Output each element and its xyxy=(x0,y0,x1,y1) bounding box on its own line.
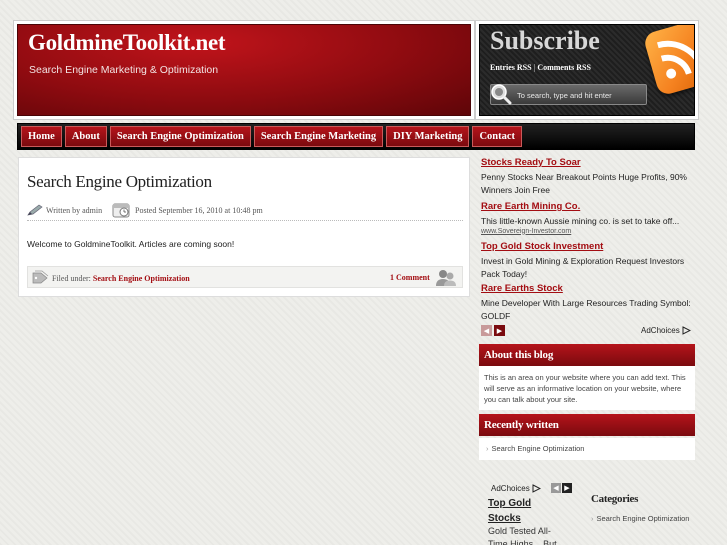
ad-prev-button[interactable]: ◀ xyxy=(481,325,492,336)
recent-post-link[interactable]: Search Engine Optimization xyxy=(492,444,585,453)
filed-under-label: Filed under: xyxy=(52,274,91,283)
ad-unit: Rare Earth Mining Co. This little-known … xyxy=(481,201,695,235)
category-link[interactable]: Search Engine Optimization xyxy=(597,514,690,523)
recent-widget-title: Recently written xyxy=(479,414,695,436)
bottom-ad: AdChoices ◀ ▶ Top Gold Stocks Gold Teste… xyxy=(479,480,579,545)
chevron-right-icon: ▶ xyxy=(564,485,570,492)
nav-home[interactable]: Home xyxy=(21,126,62,147)
filed-category-link[interactable]: Search Engine Optimization xyxy=(93,274,190,283)
categories-widget: Categories › Search Engine Optimization xyxy=(591,493,701,523)
ad-text: Penny Stocks Near Breakout Points Huge P… xyxy=(481,172,687,195)
nav-about[interactable]: About xyxy=(64,126,107,147)
nav-search-engine-optimization[interactable]: Search Engine Optimization xyxy=(109,126,251,147)
site-title[interactable]: GoldmineToolkit.net xyxy=(28,30,226,56)
about-widget-body: This is an area on your website where yo… xyxy=(479,366,695,410)
nav-contact[interactable]: Contact xyxy=(472,126,523,147)
ad-unit: Top Gold Stock Investment Invest in Gold… xyxy=(481,241,695,280)
chevron-left-icon: ◀ xyxy=(483,327,490,335)
ad-title[interactable]: Stocks Ready To Soar xyxy=(481,157,695,168)
subscribe-title: Subscribe xyxy=(490,26,600,55)
ad-title[interactable]: Rare Earth Mining Co. xyxy=(481,201,695,212)
ad-text: Mine Developer With Large Resources Trad… xyxy=(481,298,691,321)
post-title[interactable]: Search Engine Optimization xyxy=(27,172,212,192)
search-icon xyxy=(491,84,512,105)
tag-icon xyxy=(32,270,49,284)
ad-url[interactable]: www.Sovereign-Investor.com xyxy=(481,228,695,235)
ad-unit: Stocks Ready To Soar Penny Stocks Near B… xyxy=(481,157,695,196)
post-panel: Search Engine Optimization Written by ad… xyxy=(18,157,470,297)
chevron-right-icon: › xyxy=(591,514,594,523)
ad-title[interactable]: Rare Earths Stock xyxy=(481,283,695,294)
rss-icon[interactable] xyxy=(642,25,694,97)
ad-unit: Rare Earths Stock Mine Developer With La… xyxy=(481,283,695,322)
post-meta: Written by admin Posted September 16, 20… xyxy=(27,201,463,221)
categories-title: Categories xyxy=(591,493,639,505)
adchoices-label: AdChoices xyxy=(491,484,530,493)
ad-text: Invest in Gold Mining & Exploration Requ… xyxy=(481,256,685,279)
comments-rss-link[interactable]: Comments RSS xyxy=(537,63,591,72)
post-date: Posted September 16, 2010 at 10:48 pm xyxy=(135,206,263,215)
ad-prev-button[interactable]: ◀ xyxy=(551,483,561,493)
about-widget-title: About this blog xyxy=(479,344,695,366)
nav-diy-marketing[interactable]: DIY Marketing xyxy=(386,126,470,147)
ad-text: This little-known Aussie mining co. is s… xyxy=(481,216,680,226)
category-item: › Search Engine Optimization xyxy=(591,514,701,523)
nav-search-engine-marketing[interactable]: Search Engine Marketing xyxy=(253,126,384,147)
calendar-icon xyxy=(112,203,130,218)
sidebar-ads: Stocks Ready To Soar Penny Stocks Near B… xyxy=(479,155,695,341)
ad-next-button[interactable]: ▶ xyxy=(562,483,572,493)
site-header: GoldmineToolkit.net Search Engine Market… xyxy=(17,24,471,116)
entries-rss-link[interactable]: Entries RSS xyxy=(490,63,532,72)
main-nav: Home About Search Engine Optimization Se… xyxy=(17,123,695,150)
subscribe-box: Subscribe Entries RSS | Comments RSS xyxy=(479,24,695,116)
rss-links: Entries RSS | Comments RSS xyxy=(490,63,591,72)
adchoices-label: AdChoices xyxy=(641,326,680,335)
ad-title[interactable]: Top Gold Stocks xyxy=(488,496,558,526)
chevron-left-icon: ◀ xyxy=(553,485,559,492)
post-author: Written by admin xyxy=(46,206,103,215)
adchoices-icon xyxy=(682,326,691,335)
post-footer: Filed under: Search Engine Optimization … xyxy=(27,266,463,288)
chevron-right-icon: ▶ xyxy=(496,327,503,335)
users-icon xyxy=(436,270,456,286)
ad-next-button[interactable]: ▶ xyxy=(494,325,505,336)
post-body: Welcome to GoldmineToolkit. Articles are… xyxy=(27,239,235,249)
ad-title[interactable]: Top Gold Stock Investment xyxy=(481,241,695,252)
filed-under: Filed under: Search Engine Optimization xyxy=(52,274,190,283)
search-box xyxy=(490,84,647,105)
search-input[interactable] xyxy=(517,88,645,102)
rss-separator: | xyxy=(533,63,536,72)
adchoices-link[interactable]: AdChoices xyxy=(641,326,691,335)
pen-icon xyxy=(27,204,43,216)
recent-widget-body: › Search Engine Optimization xyxy=(479,438,695,460)
comments-link[interactable]: 1 Comment xyxy=(390,273,430,282)
adchoices-link[interactable]: AdChoices xyxy=(491,484,541,493)
adchoices-icon xyxy=(532,484,541,493)
chevron-right-icon: › xyxy=(486,444,489,453)
site-tagline: Search Engine Marketing & Optimization xyxy=(29,64,219,76)
ad-text: Gold Tested All-Time Highs... But xyxy=(488,526,557,545)
